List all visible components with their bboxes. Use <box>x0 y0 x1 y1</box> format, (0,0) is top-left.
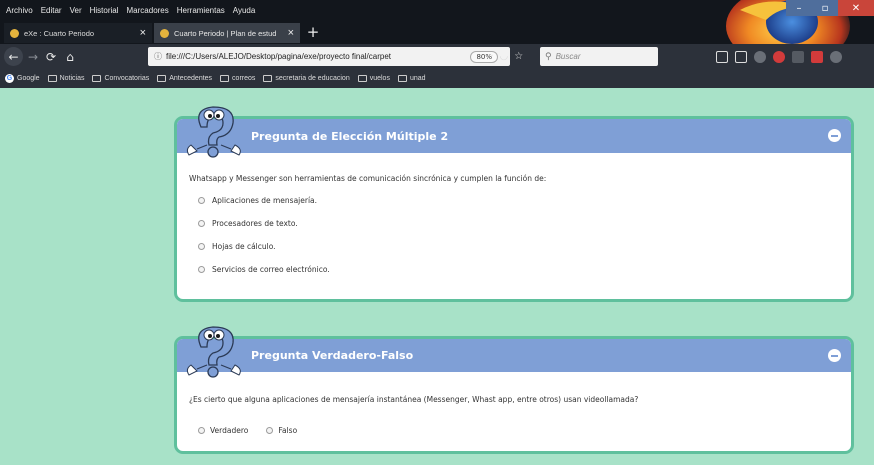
bookmark-vuelos[interactable]: vuelos <box>357 75 390 82</box>
bookmark-star-icon[interactable]: ☆ <box>514 51 523 62</box>
close-tab-icon[interactable]: × <box>288 27 294 39</box>
search-placeholder: Buscar <box>555 52 581 61</box>
radio-button[interactable] <box>198 243 205 250</box>
answer-option[interactable]: Procesadores de texto. <box>198 219 298 228</box>
google-icon: G <box>5 74 14 83</box>
question-prompt: Whatsapp y Messenger son herramientas de… <box>189 174 547 183</box>
answer-label: Aplicaciones de mensajería. <box>212 196 318 205</box>
question-title: Pregunta Verdadero-Falso <box>251 349 414 362</box>
bookmark-secretaria[interactable]: secretaria de educacion <box>263 75 350 82</box>
radio-button[interactable] <box>198 266 205 273</box>
tab-exe-cuarto-periodo[interactable]: eXe : Cuarto Periodo × <box>4 23 152 43</box>
radio-button[interactable] <box>198 197 205 204</box>
radio-button[interactable] <box>198 220 205 227</box>
navigation-bar: ← → ⟳ ⌂ ⓘ file:///C:/Users/ALEJO/Desktop… <box>0 44 874 69</box>
browser-chrome: – ▫ ✕ Archivo Editar Ver Historial Marca… <box>0 0 874 88</box>
folder-icon <box>397 75 407 82</box>
folder-icon <box>220 75 230 82</box>
toolbar-icons <box>716 47 842 66</box>
reload-button[interactable]: ⟳ <box>43 47 59 66</box>
search-box[interactable]: ⚲ Buscar <box>540 47 658 66</box>
question-card-header[interactable]: Pregunta Verdadero-Falso <box>177 339 851 372</box>
true-false-options: Verdadero Falso <box>198 426 297 435</box>
bookmark-correos[interactable]: correos <box>220 75 255 82</box>
answer-label: Verdadero <box>210 426 249 435</box>
menu-herramientas[interactable]: Herramientas <box>177 6 225 15</box>
sidebar-icon[interactable] <box>735 50 747 63</box>
exe-favicon-icon <box>160 28 169 38</box>
bookmarks-toolbar: G Google Noticias Convocatorias Antecede… <box>0 69 874 88</box>
question-card-header[interactable]: Pregunta de Elección Múltiple 2 <box>177 119 851 153</box>
home-button[interactable]: ⌂ <box>62 47 78 66</box>
extension-icon[interactable] <box>754 50 766 63</box>
question-title: Pregunta de Elección Múltiple 2 <box>251 129 449 143</box>
radio-button[interactable] <box>198 427 205 434</box>
tab-label: Cuarto Periodo | Plan de estud <box>174 28 277 38</box>
menu-historial[interactable]: Historial <box>90 6 119 15</box>
answer-option-false[interactable]: Falso <box>266 426 297 435</box>
question-card-true-false: Pregunta Verdadero-Falso ¿Es cierto que … <box>174 326 854 454</box>
url-text[interactable]: file:///C:/Users/ALEJO/Desktop/pagina/ex… <box>166 52 470 61</box>
question-mascot-icon <box>186 326 241 378</box>
answer-option[interactable]: Hojas de cálculo. <box>198 242 276 251</box>
bookmark-label: unad <box>409 75 426 82</box>
tab-plan-de-estudio[interactable]: Cuarto Periodo | Plan de estud × <box>154 23 300 43</box>
site-info-icon[interactable]: ⓘ <box>154 51 162 62</box>
bookmark-label: Convocatorias <box>104 75 150 82</box>
exe-favicon-icon <box>10 28 19 38</box>
bookmark-label: correos <box>232 75 256 82</box>
menu-archivo[interactable]: Archivo <box>6 6 33 15</box>
answer-option-true[interactable]: Verdadero <box>198 426 248 435</box>
menu-marcadores[interactable]: Marcadores <box>127 6 169 15</box>
bookmark-unad[interactable]: unad <box>397 75 426 82</box>
page-actions-menu-icon[interactable]: ··· <box>484 51 494 62</box>
bookmark-label: Noticias <box>59 75 85 82</box>
radio-button[interactable] <box>266 427 274 434</box>
new-tab-button[interactable]: + <box>304 21 322 43</box>
folder-icon <box>47 75 57 82</box>
adblock-icon[interactable] <box>773 50 785 63</box>
question-prompt: ¿Es cierto que alguna aplicaciones de me… <box>189 395 639 404</box>
notification-badge-icon[interactable] <box>811 50 823 63</box>
bookmark-convocatorias[interactable]: Convocatorias <box>92 75 149 82</box>
answer-label: Servicios de correo electrónico. <box>212 265 330 274</box>
tab-label: eXe : Cuarto Periodo <box>24 28 95 38</box>
folder-icon <box>357 75 367 82</box>
folder-icon <box>92 75 102 82</box>
page-actions: ··· ◡ ☆ <box>484 47 523 66</box>
account-icon[interactable] <box>830 50 842 63</box>
bookmark-label: vuelos <box>369 75 390 82</box>
library-icon[interactable] <box>716 50 728 63</box>
bookmark-google[interactable]: G Google <box>5 74 40 83</box>
menu-bar: Archivo Editar Ver Historial Marcadores … <box>0 0 874 21</box>
menu-editar[interactable]: Editar <box>41 6 62 15</box>
bookmark-label: Antecedentes <box>169 75 213 82</box>
bookmark-label: Google <box>17 75 40 82</box>
menu-ayuda[interactable]: Ayuda <box>233 6 256 15</box>
answer-option[interactable]: Servicios de correo electrónico. <box>198 265 330 274</box>
answer-label: Hojas de cálculo. <box>212 242 276 251</box>
question-card-multiple-choice: Pregunta de Elección Múltiple 2 Whatsapp… <box>174 106 854 302</box>
collapse-toggle-icon[interactable] <box>828 129 841 142</box>
bookmark-label: secretaria de educacion <box>275 75 350 82</box>
close-tab-icon[interactable]: × <box>140 27 146 39</box>
pocket-icon[interactable]: ◡ <box>500 51 509 62</box>
extension-icon[interactable] <box>792 50 804 63</box>
folder-icon <box>157 75 167 82</box>
answer-option[interactable]: Aplicaciones de mensajería. <box>198 196 317 205</box>
back-button[interactable]: ← <box>4 47 23 66</box>
menu-ver[interactable]: Ver <box>70 6 82 15</box>
bookmark-antecedentes[interactable]: Antecedentes <box>157 75 212 82</box>
folder-icon <box>263 75 273 82</box>
url-bar[interactable]: ⓘ file:///C:/Users/ALEJO/Desktop/pagina/… <box>148 47 510 66</box>
tab-bar: eXe : Cuarto Periodo × Cuarto Periodo | … <box>0 21 874 44</box>
search-icon: ⚲ <box>545 51 552 62</box>
bookmark-noticias[interactable]: Noticias <box>47 75 85 82</box>
answer-label: Procesadores de texto. <box>212 219 298 228</box>
forward-button[interactable]: → <box>25 47 41 66</box>
question-mascot-icon <box>186 106 241 158</box>
answer-label: Falso <box>278 426 298 435</box>
collapse-toggle-icon[interactable] <box>828 349 841 362</box>
